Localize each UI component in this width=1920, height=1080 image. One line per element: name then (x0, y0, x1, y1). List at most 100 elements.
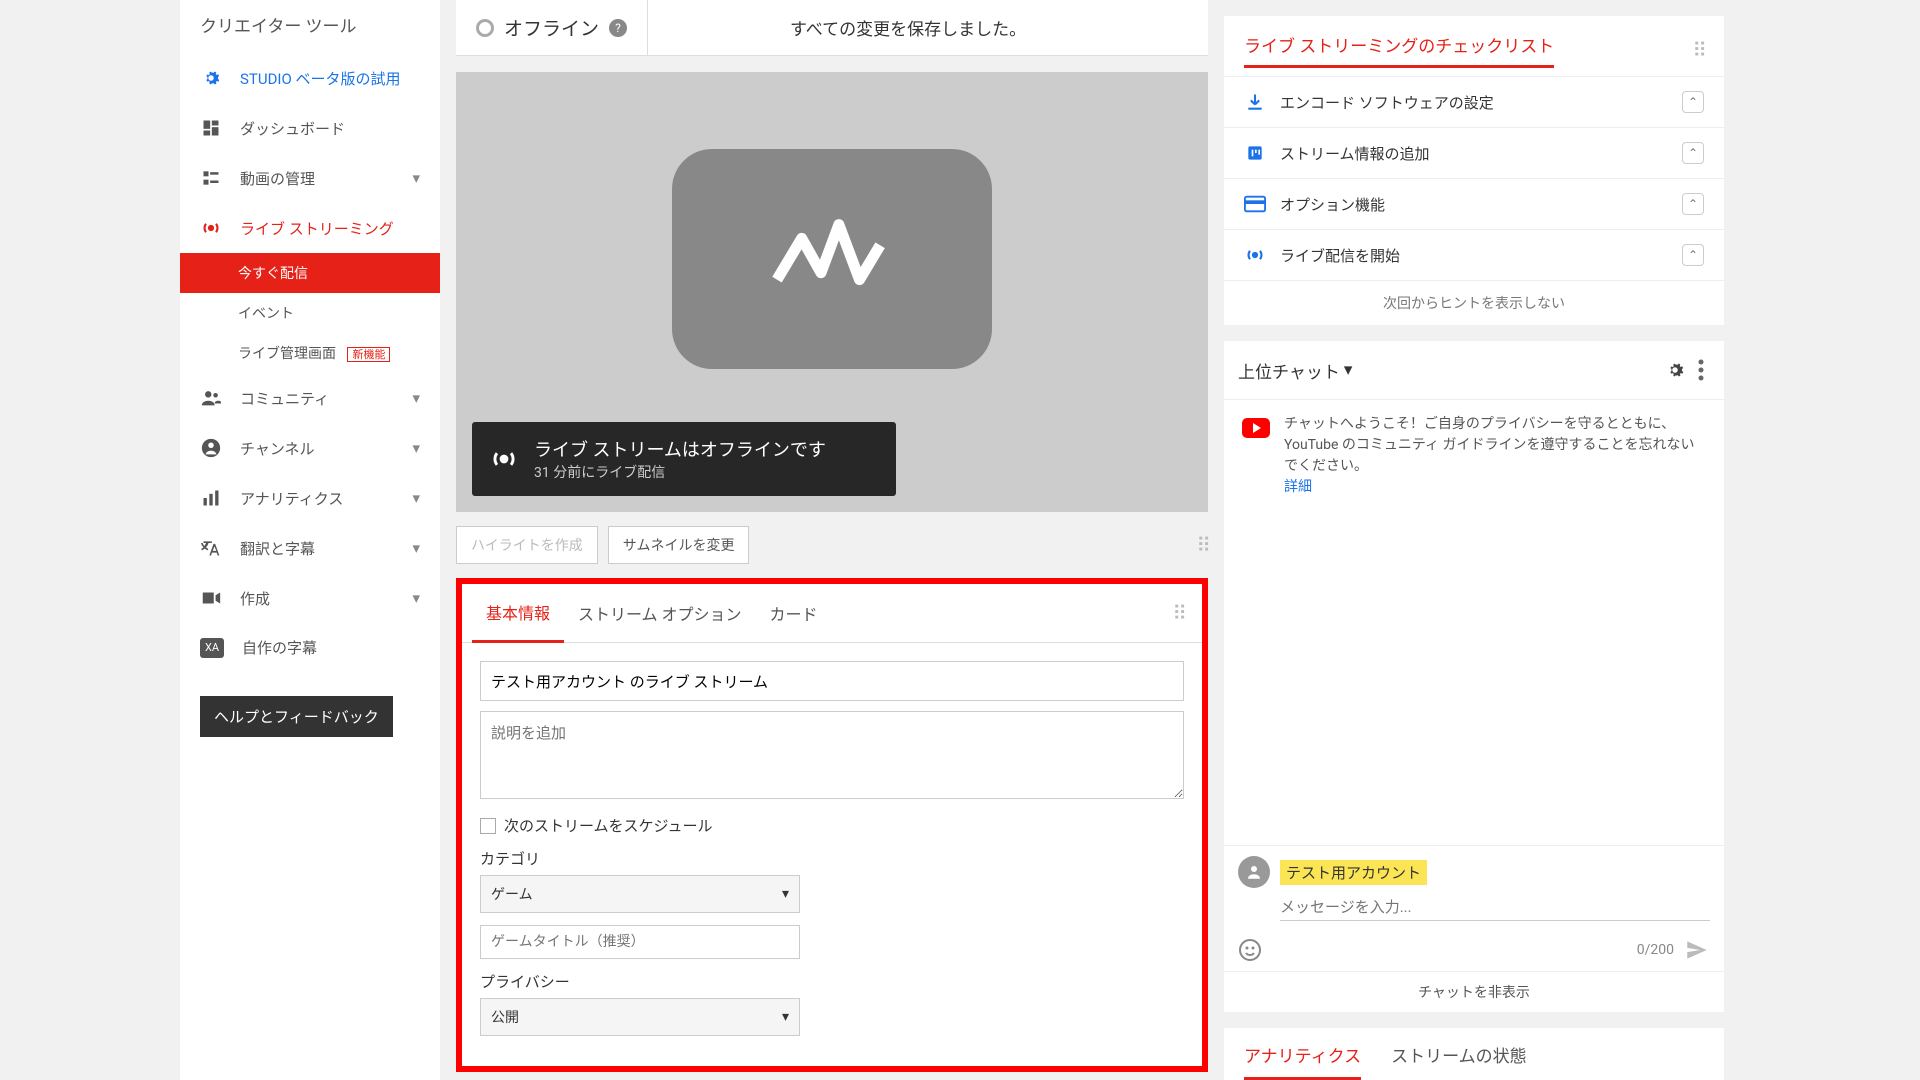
offline-overlay: ライブ ストリームはオフラインです 31 分前にライブ配信 (472, 422, 896, 496)
tab-card[interactable]: カード (756, 585, 832, 641)
sidebar-label-studio: STUDIO ベータ版の試用 (240, 68, 401, 89)
game-title-input[interactable] (480, 925, 800, 959)
sidebar-sub-live-control[interactable]: ライブ管理画面 新機能 (180, 333, 440, 373)
sidebar-item-live[interactable]: ライブ ストリーミング (180, 203, 440, 253)
chevron-down-icon: ▾ (412, 169, 420, 187)
sidebar-sub-live-control-label: ライブ管理画面 (238, 346, 336, 362)
hide-chat-link[interactable]: チャットを非表示 (1224, 971, 1724, 1012)
youtube-icon (1242, 418, 1270, 438)
sidebar-item-create[interactable]: 作成 ▾ (180, 573, 440, 623)
chat-welcome-text: チャットへようこそ！ご自身のプライバシーを守るとともに、YouTube のコミュ… (1284, 416, 1694, 474)
hide-hint-link[interactable]: 次回からヒントを表示しない (1224, 280, 1724, 325)
video-manager-icon (200, 167, 222, 189)
gear-icon[interactable] (1658, 353, 1692, 387)
live-icon (490, 445, 518, 473)
checklist-item-start[interactable]: ライブ配信を開始 ⌃ (1224, 229, 1724, 280)
stream-description-input[interactable] (480, 711, 1184, 799)
preview-area: ライブ ストリームはオフラインです 31 分前にライブ配信 (456, 72, 1208, 512)
schedule-label: 次のストリームをスケジュール (504, 815, 713, 836)
card-icon (1244, 193, 1266, 215)
preview-thumb-icon (672, 149, 992, 369)
send-icon[interactable] (1684, 937, 1710, 963)
change-thumbnail-button[interactable]: サムネイルを変更 (608, 526, 750, 564)
collapse-icon[interactable]: ⌃ (1682, 142, 1704, 164)
help-feedback-button[interactable]: ヘルプとフィードバック (200, 696, 393, 737)
sidebar-label-live: ライブ ストリーミング (240, 218, 394, 239)
sidebar-label-own-captions: 自作の字幕 (242, 637, 317, 658)
checklist-item-encode[interactable]: エンコード ソフトウェアの設定 ⌃ (1224, 76, 1724, 127)
tab-basic-info[interactable]: 基本情報 (472, 584, 564, 643)
chat-welcome: チャットへようこそ！ご自身のプライバシーを守るとともに、YouTube のコミュ… (1224, 400, 1724, 512)
sidebar-item-community[interactable]: コミュニティ ▾ (180, 373, 440, 423)
status-box: オフライン ? (456, 0, 648, 55)
checklist-label: エンコード ソフトウェアの設定 (1280, 92, 1668, 113)
checklist-label: ストリーム情報の追加 (1280, 143, 1668, 164)
chevron-down-icon: ▾ (1344, 360, 1353, 380)
sidebar-item-own-captions[interactable]: XA 自作の字幕 (180, 623, 440, 672)
sidebar-item-translate[interactable]: 翻訳と字幕 ▾ (180, 523, 440, 573)
chevron-down-icon: ▾ (412, 539, 420, 557)
collapse-icon[interactable]: ⌃ (1682, 244, 1704, 266)
new-badge: 新機能 (347, 347, 390, 362)
sidebar-item-studio[interactable]: STUDIO ベータ版の試用 (180, 53, 440, 103)
download-icon (1244, 91, 1266, 113)
checklist-title: ライブ ストリーミングのチェックリスト (1244, 32, 1554, 68)
char-count: 0/200 (1637, 942, 1674, 958)
checklist-item-options[interactable]: オプション機能 ⌃ (1224, 178, 1724, 229)
tab-stream-status[interactable]: ストリームの状態 (1391, 1042, 1527, 1080)
live-icon (1244, 244, 1266, 266)
chevron-down-icon: ▾ (782, 886, 789, 902)
privacy-value: 公開 (491, 1007, 519, 1027)
drag-handle-icon[interactable]: ⠿ (1196, 533, 1208, 557)
category-select[interactable]: ゲーム ▾ (480, 875, 800, 913)
chat-details-link[interactable]: 詳細 (1284, 479, 1312, 495)
sidebar-item-analytics[interactable]: アナリティクス ▾ (180, 473, 440, 523)
sidebar-sub-event[interactable]: イベント (180, 293, 440, 333)
info-icon (1244, 142, 1266, 164)
analytics-header: アナリティクス ストリームの状態 (1224, 1028, 1724, 1080)
privacy-select[interactable]: 公開 ▾ (480, 998, 800, 1036)
category-value: ゲーム (491, 884, 533, 904)
captions-icon: XA (200, 638, 224, 658)
category-label: カテゴリ (480, 848, 1184, 869)
chat-title-label: 上位チャット (1238, 358, 1340, 383)
channel-icon (200, 437, 222, 459)
sidebar-item-channel[interactable]: チャンネル ▾ (180, 423, 440, 473)
drag-handle-icon[interactable]: ⠿ (1172, 601, 1192, 625)
sidebar-label-analytics: アナリティクス (240, 488, 343, 509)
checklist-item-info[interactable]: ストリーム情報の追加 ⌃ (1224, 127, 1724, 178)
sidebar-item-video-manager[interactable]: 動画の管理 ▾ (180, 153, 440, 203)
chat-title-dropdown[interactable]: 上位チャット ▾ (1238, 358, 1352, 383)
analytics-icon (200, 487, 222, 509)
sidebar-label-community: コミュニティ (240, 388, 329, 409)
sidebar-label-create: 作成 (240, 588, 270, 609)
sidebar-label-video-manager: 動画の管理 (240, 168, 315, 189)
chat-message-input[interactable] (1280, 894, 1710, 921)
schedule-checkbox[interactable] (480, 818, 496, 834)
sidebar-sub-stream-now[interactable]: 今すぐ配信 (180, 253, 440, 293)
sidebar-label-channel: チャンネル (240, 438, 315, 459)
sidebar-item-dashboard[interactable]: ダッシュボード (180, 103, 440, 153)
basic-info-panel: 基本情報 ストリーム オプション カード ⠿ 次のストリームをスケジュール カテ… (456, 578, 1208, 1072)
drag-handle-icon[interactable]: ⠿ (1692, 38, 1704, 62)
sidebar-sub-items: 今すぐ配信 イベント ライブ管理画面 新機能 (180, 253, 440, 373)
checklist-panel: ライブ ストリーミングのチェックリスト ⠿ エンコード ソフトウェアの設定 ⌃ … (1224, 16, 1724, 325)
create-highlight-button[interactable]: ハイライトを作成 (456, 526, 598, 564)
status-text: オフライン (504, 14, 599, 41)
collapse-icon[interactable]: ⌃ (1682, 91, 1704, 113)
sidebar-label-translate: 翻訳と字幕 (240, 538, 315, 559)
emoji-icon[interactable] (1238, 938, 1262, 962)
chevron-down-icon: ▾ (412, 439, 420, 457)
avatar (1238, 856, 1270, 888)
tab-analytics[interactable]: アナリティクス (1244, 1042, 1361, 1080)
collapse-icon[interactable]: ⌃ (1682, 193, 1704, 215)
topbar: オフライン ? すべての変更を保存しました。 (456, 0, 1208, 56)
sidebar-label-dashboard: ダッシュボード (240, 118, 345, 139)
tab-stream-options[interactable]: ストリーム オプション (564, 585, 756, 641)
stream-title-input[interactable] (480, 661, 1184, 701)
help-icon[interactable]: ? (609, 19, 627, 37)
translate-icon (200, 537, 222, 559)
chat-panel: 上位チャット ▾ チャットへようこそ！ご自身のプライバシーを守るとともに、You… (1224, 341, 1724, 1012)
sidebar: クリエイター ツール STUDIO ベータ版の試用 ダッシュボード 動画の管理 … (180, 0, 440, 1080)
more-icon[interactable] (1692, 353, 1710, 387)
